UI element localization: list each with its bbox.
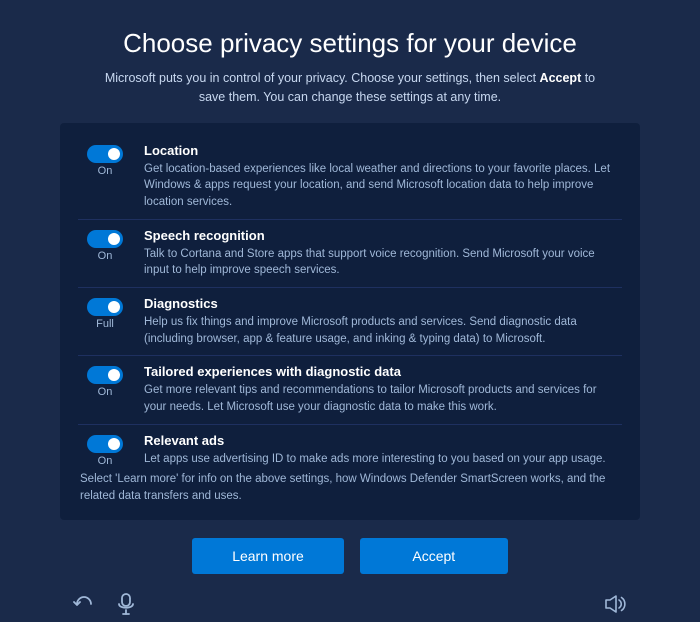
- setting-desc-location: Get location-based experiences like loca…: [144, 161, 622, 211]
- toggle-speech[interactable]: [87, 230, 123, 248]
- setting-title-location: Location: [144, 143, 622, 158]
- setting-title-speech: Speech recognition: [144, 228, 622, 243]
- learn-more-button[interactable]: Learn more: [192, 538, 344, 574]
- setting-desc-diagnostics: Help us fix things and improve Microsoft…: [144, 314, 622, 347]
- setting-row-speech: On Speech recognition Talk to Cortana and …: [78, 220, 622, 288]
- toggle-area-speech: On: [78, 228, 132, 262]
- footer-note: Select 'Learn more' for info on the abov…: [78, 471, 622, 506]
- setting-title-diagnostics: Diagnostics: [144, 296, 622, 311]
- setting-row-location: On Location Get location-based experiences…: [78, 135, 622, 220]
- bottom-bar: [60, 584, 640, 622]
- settings-panel: On Location Get location-based experiences…: [60, 123, 640, 520]
- setting-desc-ads: Let apps use advertising ID to make ads …: [144, 451, 622, 468]
- volume-icon[interactable]: [602, 590, 630, 618]
- toggle-location[interactable]: [87, 145, 123, 163]
- setting-content-ads: Relevant ads Let apps use advertising ID …: [144, 433, 622, 468]
- page-wrapper: Choose privacy settings for your device …: [0, 0, 700, 555]
- setting-row-tailored: On Tailored experiences with diagnostic d…: [78, 356, 622, 424]
- setting-row-diagnostics: Full Diagnostics Help us fix things and im…: [78, 288, 622, 356]
- button-row: Learn more Accept: [192, 538, 508, 574]
- subtitle-pre: Microsoft puts you in control of your pr…: [105, 71, 540, 85]
- accept-button[interactable]: Accept: [360, 538, 508, 574]
- page-title: Choose privacy settings for your device: [123, 28, 577, 59]
- toggle-area-ads: On: [78, 433, 132, 467]
- setting-content-tailored: Tailored experiences with diagnostic dat…: [144, 364, 622, 415]
- toggle-tailored[interactable]: [87, 366, 123, 384]
- setting-title-ads: Relevant ads: [144, 433, 622, 448]
- setting-content-speech: Speech recognition Talk to Cortana and St…: [144, 228, 622, 279]
- toggle-label-location: On: [98, 165, 113, 177]
- toggle-ads[interactable]: [87, 435, 123, 453]
- back-icon[interactable]: [70, 590, 98, 618]
- setting-title-tailored: Tailored experiences with diagnostic dat…: [144, 364, 622, 379]
- setting-row-ads: On Relevant ads Let apps use advertising I…: [78, 425, 622, 468]
- microphone-icon[interactable]: [112, 590, 140, 618]
- setting-content-location: Location Get location-based experiences l…: [144, 143, 622, 211]
- subtitle-bold: Accept: [540, 71, 582, 85]
- page-subtitle: Microsoft puts you in control of your pr…: [90, 69, 610, 107]
- bottom-left: [70, 590, 140, 618]
- toggle-area-tailored: On: [78, 364, 132, 398]
- setting-desc-tailored: Get more relevant tips and recommendatio…: [144, 382, 622, 415]
- toggle-diagnostics[interactable]: [87, 298, 123, 316]
- toggle-label-ads: On: [98, 455, 113, 467]
- setting-content-diagnostics: Diagnostics Help us fix things and improv…: [144, 296, 622, 347]
- setting-desc-speech: Talk to Cortana and Store apps that supp…: [144, 246, 622, 279]
- toggle-area-location: On: [78, 143, 132, 177]
- toggle-label-tailored: On: [98, 386, 113, 398]
- toggle-label-speech: On: [98, 250, 113, 262]
- toggle-area-diagnostics: Full: [78, 296, 132, 330]
- toggle-label-diagnostics: Full: [96, 318, 114, 330]
